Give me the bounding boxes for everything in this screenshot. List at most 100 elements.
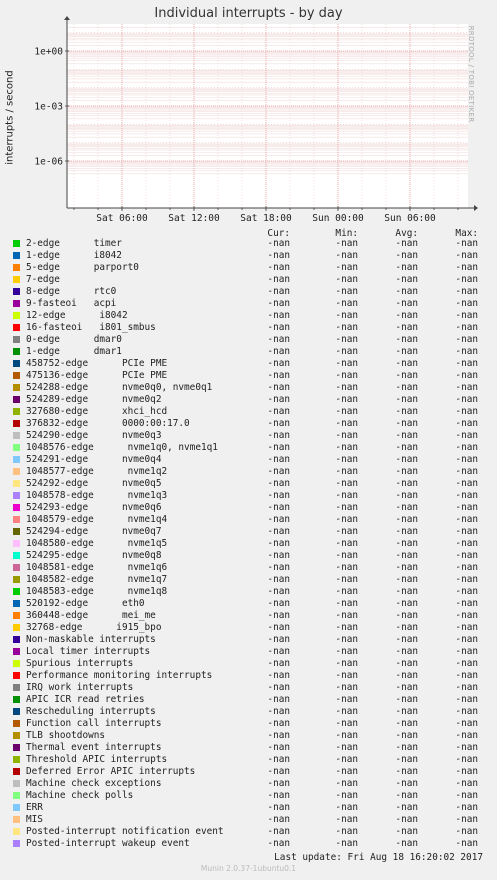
legend-swatch [13, 648, 20, 655]
legend-swatch [13, 564, 20, 571]
legend-series-name: 16-fasteoi i801_smbus [26, 322, 156, 333]
legend-series-name: 1-edge i8042 [26, 250, 122, 261]
legend-value-cur: -nan [267, 334, 290, 345]
legend-row: 458752-edge PCIe PME -nan -nan -nan -nan [0, 358, 497, 370]
y-tick-label: 1e-03 [34, 102, 63, 113]
legend-series-name: 524292-edge nvme0q5 [26, 478, 162, 489]
legend-row: Spurious interrupts -nan -nan -nan -nan [0, 658, 497, 670]
x-tick-label: Sun 06:00 [384, 213, 436, 224]
legend-value-min: -nan [335, 298, 358, 309]
legend-value-cur: -nan [267, 742, 290, 753]
legend-swatch [13, 348, 20, 355]
legend-value-avg: -nan [395, 286, 418, 297]
legend-value-max: -nan [455, 718, 478, 729]
legend-value-avg: -nan [395, 454, 418, 465]
legend-swatch [13, 540, 20, 547]
legend-value-cur: -nan [267, 706, 290, 717]
legend-series-name: TLB shootdowns [26, 730, 106, 741]
legend-swatch [13, 756, 20, 763]
legend-value-min: -nan [335, 778, 358, 789]
legend-value-avg: -nan [395, 262, 418, 273]
legend-value-avg: -nan [395, 778, 418, 789]
legend-value-avg: -nan [395, 814, 418, 825]
legend-value-max: -nan [455, 478, 478, 489]
legend-value-min: -nan [335, 358, 358, 369]
legend-value-max: -nan [455, 610, 478, 621]
legend-value-cur: -nan [267, 586, 290, 597]
legend-row: Posted-interrupt wakeup event -nan -nan -na… [0, 838, 497, 850]
legend-value-min: -nan [335, 706, 358, 717]
legend-value-min: -nan [335, 730, 358, 741]
legend-value-avg: -nan [395, 790, 418, 801]
legend-value-avg: -nan [395, 322, 418, 333]
legend-row: 327680-edge xhci_hcd -nan -nan -nan -nan [0, 406, 497, 418]
legend-value-avg: -nan [395, 526, 418, 537]
legend-value-avg: -nan [395, 694, 418, 705]
legend-value-avg: -nan [395, 250, 418, 261]
legend-series-name: Posted-interrupt notification event [26, 826, 224, 837]
legend-row: 32768-edge i915_bpo -nan -nan -nan -nan [0, 622, 497, 634]
legend-value-cur: -nan [267, 382, 290, 393]
legend-value-max: -nan [455, 490, 478, 501]
legend-row: 0-edge dmar0 -nan -nan -nan -nan [0, 334, 497, 346]
legend-value-max: -nan [455, 466, 478, 477]
legend-value-cur: -nan [267, 658, 290, 669]
legend-series-name: 524289-edge nvme0q2 [26, 394, 162, 405]
legend-value-cur: -nan [267, 778, 290, 789]
legend-series-name: 524294-edge nvme0q7 [26, 526, 162, 537]
legend-value-min: -nan [335, 418, 358, 429]
legend-swatch [13, 324, 20, 331]
legend-swatch [13, 624, 20, 631]
legend-value-max: -nan [455, 238, 478, 249]
legend-value-max: -nan [455, 274, 478, 285]
legend-value-min: -nan [335, 598, 358, 609]
legend-swatch [13, 804, 20, 811]
legend-row: Threshold APIC interrupts -nan -nan -nan -na… [0, 754, 497, 766]
legend-row: ERR -nan -nan -nan -nan [0, 802, 497, 814]
legend-value-cur: -nan [267, 574, 290, 585]
legend-value-avg: -nan [395, 238, 418, 249]
legend-series-name: 12-edge i8042 [26, 310, 128, 321]
legend-value-min: -nan [335, 754, 358, 765]
legend-value-max: -nan [455, 430, 478, 441]
legend-value-cur: -nan [267, 514, 290, 525]
legend-value-min: -nan [335, 514, 358, 525]
legend-value-min: -nan [335, 550, 358, 561]
legend-value-cur: -nan [267, 610, 290, 621]
legend-value-min: -nan [335, 466, 358, 477]
legend-value-avg: -nan [395, 658, 418, 669]
legend-series-name: ERR [26, 802, 43, 813]
legend-row: 7-edge -nan -nan -nan -nan [0, 274, 497, 286]
legend-series-name: IRQ work interrupts [26, 682, 134, 693]
legend-row: 524291-edge nvme0q4 -nan -nan -nan -nan [0, 454, 497, 466]
legend-value-min: -nan [335, 610, 358, 621]
legend-value-min: -nan [335, 742, 358, 753]
legend-value-min: -nan [335, 526, 358, 537]
legend-value-cur: -nan [267, 262, 290, 273]
legend-value-avg: -nan [395, 490, 418, 501]
legend-value-max: -nan [455, 766, 478, 777]
legend-value-max: -nan [455, 706, 478, 717]
legend-value-max: -nan [455, 382, 478, 393]
legend-swatch [13, 492, 20, 499]
legend-series-name: Thermal event interrupts [26, 742, 162, 753]
legend-value-max: -nan [455, 730, 478, 741]
legend-value-cur: -nan [267, 754, 290, 765]
legend-swatch [13, 384, 20, 391]
legend-swatch [13, 672, 20, 679]
legend-value-avg: -nan [395, 442, 418, 453]
legend-value-max: -nan [455, 250, 478, 261]
legend-swatch [13, 744, 20, 751]
legend-value-min: -nan [335, 574, 358, 585]
legend-row: Machine check exceptions -nan -nan -nan -nan [0, 778, 497, 790]
legend-value-cur: -nan [267, 286, 290, 297]
legend-value-min: -nan [335, 478, 358, 489]
legend-value-cur: -nan [267, 838, 290, 849]
legend-value-cur: -nan [267, 490, 290, 501]
legend-value-avg: -nan [395, 766, 418, 777]
munin-version-text: Munin 2.0.37-1ubuntu0.1 [200, 864, 297, 873]
legend-value-max: -nan [455, 526, 478, 537]
legend-row: APIC ICR read retries -nan -nan -nan -nan [0, 694, 497, 706]
legend-swatch [13, 576, 20, 583]
legend-series-name: Performance monitoring interrupts [26, 670, 213, 681]
